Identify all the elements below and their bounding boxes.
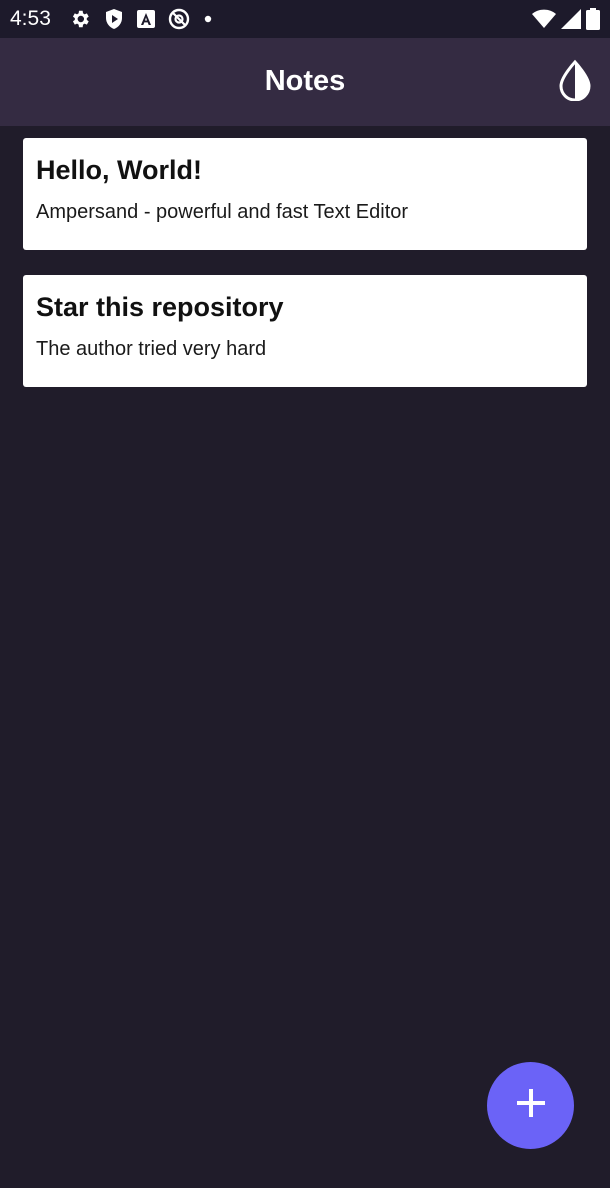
status-time: 4:53 <box>10 7 51 30</box>
theme-toggle-button[interactable] <box>552 59 598 105</box>
note-list: Hello, World! Ampersand - powerful and f… <box>23 138 587 412</box>
note-title: Hello, World! <box>36 155 202 185</box>
note-card[interactable]: Star this repository The author tried ve… <box>23 275 587 387</box>
text-a-icon <box>137 10 155 28</box>
status-right-icons <box>532 8 600 30</box>
dot-icon <box>203 14 213 24</box>
wifi-icon <box>532 9 556 29</box>
page-title: Notes <box>264 65 346 97</box>
settings-icon <box>69 8 91 30</box>
status-left-icons <box>69 8 213 30</box>
shield-icon <box>104 8 124 30</box>
note-preview: Ampersand - powerful and fast Text Edito… <box>36 201 409 223</box>
note-card[interactable]: Hello, World! Ampersand - powerful and f… <box>23 138 587 250</box>
contrast-drop-icon <box>557 59 593 106</box>
plus-icon <box>515 1087 547 1124</box>
note-title: Star this repository <box>36 292 284 322</box>
battery-icon <box>586 8 600 30</box>
note-preview: The author tried very hard <box>36 338 267 360</box>
app-bar: Notes <box>0 38 610 126</box>
at-sign-icon <box>168 8 190 30</box>
add-note-button[interactable] <box>487 1062 574 1149</box>
status-bar: 4:53 <box>0 0 610 38</box>
signal-icon <box>561 9 581 29</box>
